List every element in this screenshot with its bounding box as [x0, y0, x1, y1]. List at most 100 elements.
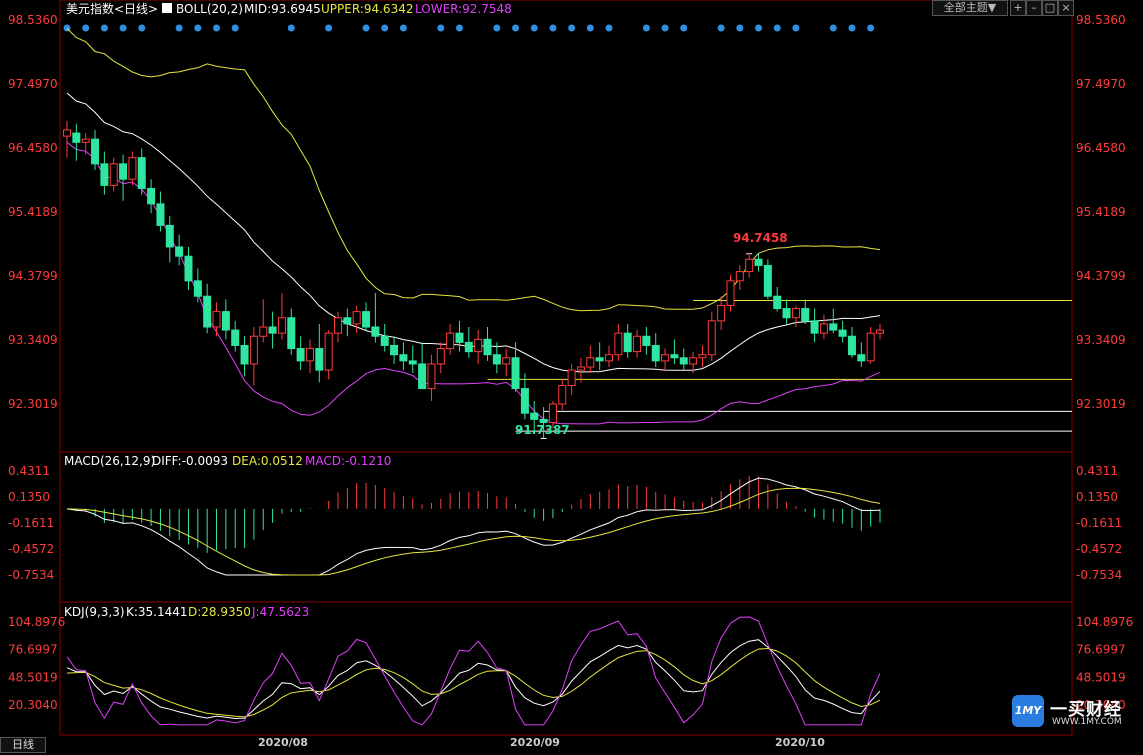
signal-dot [773, 24, 781, 32]
candle-body [773, 295, 782, 310]
macd-tick-right: 0.4311 [1076, 464, 1118, 478]
signal-dots [63, 24, 875, 32]
candle-body [726, 280, 735, 306]
minimize-button[interactable]: – [1026, 0, 1042, 16]
crosshair-icon: + [1013, 1, 1023, 14]
panel-frames [59, 0, 1073, 736]
candle-body [221, 311, 230, 331]
signal-dot [661, 24, 669, 32]
macd-tick-right: 0.1350 [1076, 490, 1118, 504]
kdj-tick-left: 20.3040 [8, 698, 58, 712]
candle-body [801, 308, 810, 322]
candle-body [670, 354, 679, 359]
macd-tick-left: -0.7534 [8, 568, 54, 582]
candle-body [586, 357, 595, 368]
candle-body [838, 329, 847, 337]
signal-dot [493, 24, 501, 32]
macd-value: MACD:-0.1210 [305, 454, 391, 468]
candle-body [109, 163, 118, 186]
candle-body [707, 320, 716, 356]
low-label: 91.7387 [515, 423, 570, 437]
candle-body [446, 332, 455, 350]
restore-button[interactable]: □ [1042, 0, 1058, 16]
candle-body [464, 341, 473, 353]
kdj-frame [59, 601, 1073, 736]
signal-dot [512, 24, 520, 32]
x-label-oct: 2020/10 [775, 736, 825, 749]
signal-dot [399, 24, 407, 32]
signal-dot [736, 24, 744, 32]
candle-body [128, 157, 137, 180]
signal-dot [530, 24, 538, 32]
kdj-tick-right: 104.8976 [1076, 615, 1133, 629]
high-label: 94.7458 [733, 231, 788, 245]
kdj-tick-right: 76.6997 [1076, 643, 1126, 657]
main-tick-left: 98.5360 [8, 13, 58, 27]
main-title: 美元指数<日线> [66, 1, 158, 16]
candle-body [390, 344, 399, 356]
signal-dot [119, 24, 127, 32]
main-frame [59, 0, 1073, 453]
candle-body [427, 363, 436, 390]
legend-icon [162, 3, 172, 13]
candle-body [380, 335, 389, 346]
candle-body [184, 255, 193, 282]
candle-body [754, 258, 763, 266]
signal-dot [213, 24, 221, 32]
candle-body [829, 323, 838, 331]
signal-dot [100, 24, 108, 32]
candle-body [63, 129, 71, 137]
candle-body [698, 354, 707, 359]
signal-dot [586, 24, 594, 32]
crosshair-button[interactable]: + [1010, 0, 1026, 16]
candle-body [193, 280, 202, 297]
theme-dropdown[interactable]: 全部主题▼ [932, 0, 1008, 16]
macd-frame [59, 451, 1073, 603]
close-button[interactable]: × [1058, 0, 1074, 16]
brand-badge: 1MY [1012, 695, 1044, 727]
candle-body [661, 354, 670, 362]
candle-body [212, 311, 221, 328]
main-tick-right: 96.4580 [1076, 141, 1126, 155]
restore-icon: □ [1044, 1, 1056, 14]
candle-body [819, 323, 828, 334]
chart-stage: 98.5360 98.5360 97.4970 97.4970 96.4580 96.45… [0, 0, 1143, 753]
kdj-d-line [66, 647, 881, 718]
candle-body [511, 357, 520, 390]
minimize-icon: – [1031, 1, 1037, 14]
candle-body [399, 354, 408, 362]
brand-site: WWW.1MY.COM [1052, 717, 1122, 727]
macd-label: MACD(26,12,9) [64, 454, 155, 468]
candle-body [259, 326, 268, 337]
signal-dot [138, 24, 146, 32]
signal-dot [680, 24, 688, 32]
candle-body [137, 157, 146, 189]
candle-body [119, 163, 128, 180]
signal-dot [455, 24, 463, 32]
main-tick-left: 93.3409 [8, 333, 58, 347]
horizontal-guides [487, 253, 1072, 439]
signal-dot [792, 24, 800, 32]
candle-body [324, 332, 333, 371]
candle-body [866, 332, 875, 362]
signal-dot [848, 24, 856, 32]
signal-dot [325, 24, 333, 32]
candle-body [492, 354, 501, 365]
boll-lower: LOWER:92.7548 [415, 2, 512, 16]
candle-body [231, 329, 240, 346]
macd-panel [66, 475, 881, 576]
signal-dot [642, 24, 650, 32]
signal-dot [605, 24, 613, 32]
candle-body [782, 308, 791, 319]
candle-body [576, 366, 585, 371]
candle-body [287, 317, 296, 350]
macd-tick-right: -0.4572 [1076, 542, 1122, 556]
candle-body [175, 246, 184, 257]
boll-label: BOLL(20,2) [176, 2, 243, 16]
signal-dot [381, 24, 389, 32]
candle-body [614, 332, 623, 356]
candle-body [352, 311, 361, 325]
main-tick-left: 97.4970 [8, 77, 58, 91]
kdj-tick-left: 104.8976 [8, 615, 65, 629]
candle-body [847, 335, 856, 356]
